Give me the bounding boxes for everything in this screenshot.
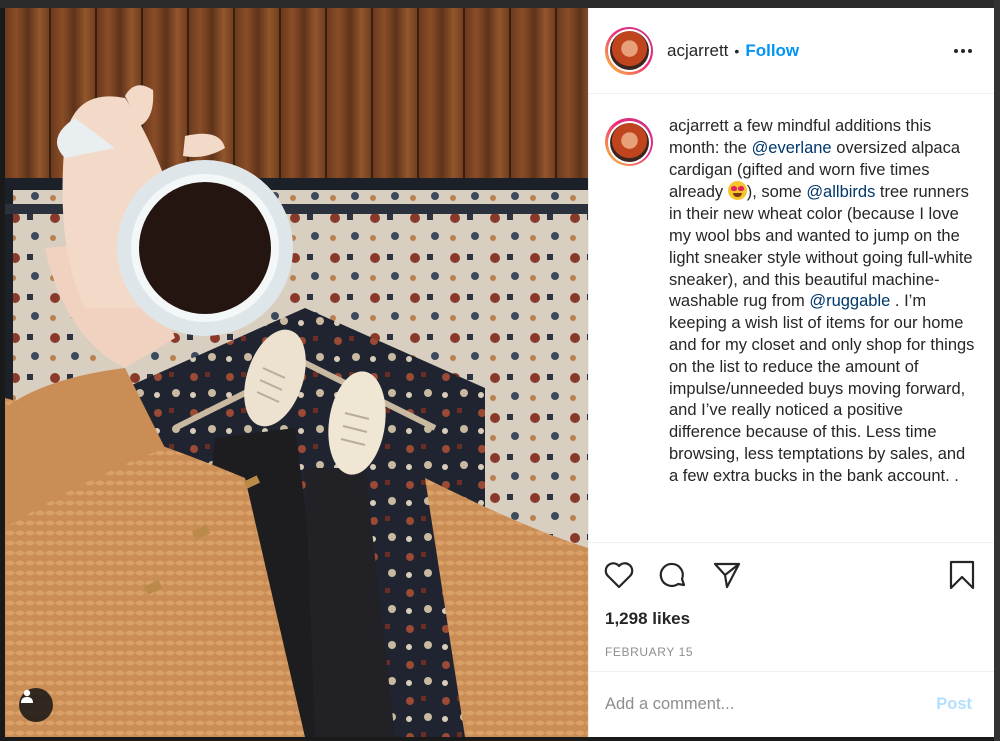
like-button[interactable] bbox=[599, 555, 639, 595]
user-tag-button[interactable] bbox=[19, 688, 53, 722]
action-icons bbox=[604, 555, 976, 595]
paper-plane-icon bbox=[713, 562, 741, 589]
more-options-button[interactable] bbox=[948, 36, 978, 66]
caption-avatar[interactable] bbox=[605, 118, 653, 166]
heart-icon bbox=[604, 562, 634, 589]
post-date: FEBRUARY 15 bbox=[605, 645, 694, 659]
post-comment-button[interactable]: Post bbox=[936, 695, 972, 714]
avatar[interactable] bbox=[605, 26, 653, 75]
caption-area: acjarrett a few mindful additions this m… bbox=[589, 94, 994, 542]
follow-button[interactable]: Follow bbox=[745, 41, 799, 61]
share-button[interactable] bbox=[707, 555, 747, 595]
caption-text: acjarrett a few mindful additions this m… bbox=[669, 117, 975, 485]
bookmark-icon bbox=[949, 560, 975, 590]
post-photo[interactable] bbox=[5, 8, 588, 737]
comment-input[interactable] bbox=[605, 695, 937, 714]
header-username[interactable]: acjarrett bbox=[667, 41, 728, 61]
backdrop-edge bbox=[994, 0, 1000, 741]
more-horizontal-icon bbox=[954, 48, 958, 53]
mention-ruggable[interactable]: @ruggable bbox=[809, 292, 890, 310]
avatar-image bbox=[609, 31, 649, 70]
like-count[interactable]: 1,298 likes bbox=[605, 609, 976, 629]
caption-username[interactable]: acjarrett bbox=[669, 117, 729, 135]
photo-illustration bbox=[5, 8, 588, 737]
post-actions: 1,298 likes FEBRUARY 15 bbox=[589, 542, 994, 671]
comment-button[interactable] bbox=[653, 555, 693, 595]
post-modal: acjarrett • Follow acjarrett a few mindf… bbox=[5, 8, 994, 737]
dot-separator: • bbox=[734, 42, 740, 59]
user-icon bbox=[21, 689, 33, 703]
post-header: acjarrett • Follow bbox=[589, 8, 994, 94]
comment-icon bbox=[659, 562, 686, 587]
post-side-panel: acjarrett • Follow acjarrett a few mindf… bbox=[588, 8, 994, 737]
mention-everlane[interactable]: @everlane bbox=[752, 139, 832, 157]
heart-eyes-emoji-icon bbox=[727, 181, 747, 201]
comment-bar: Post bbox=[589, 671, 994, 737]
backdrop bbox=[0, 0, 1000, 8]
save-button[interactable] bbox=[942, 555, 982, 595]
mention-allbirds[interactable]: @allbirds bbox=[806, 183, 875, 201]
